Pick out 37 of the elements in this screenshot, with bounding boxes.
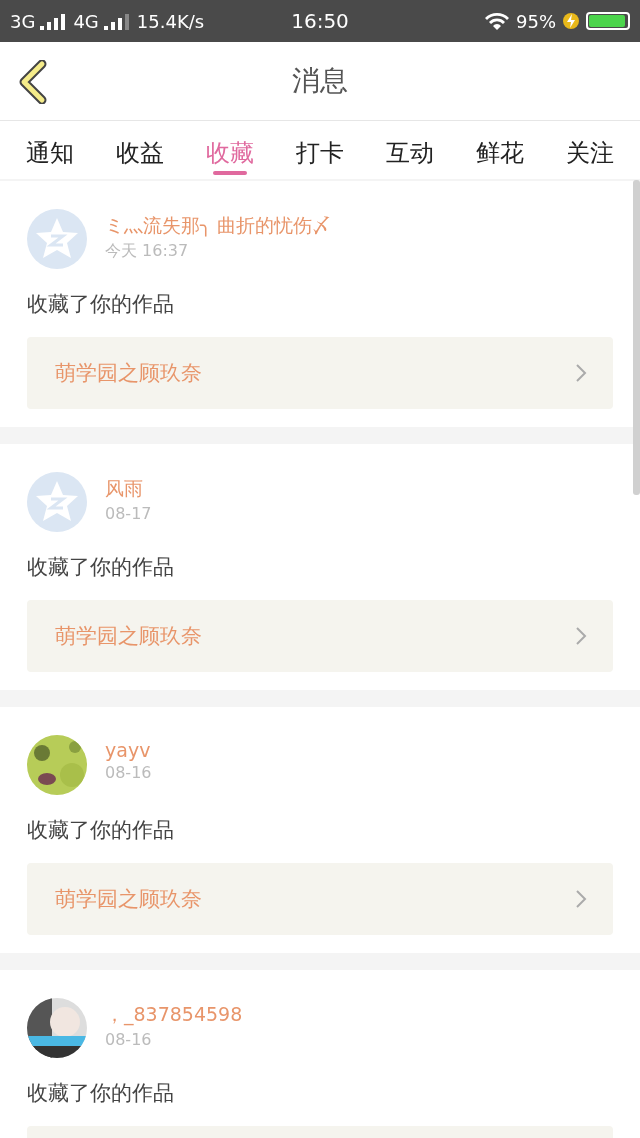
clock-text: 16:50 bbox=[290, 9, 350, 33]
default-avatar-icon bbox=[27, 472, 87, 532]
tab[interactable]: 鲜花 bbox=[466, 121, 534, 179]
wifi-icon bbox=[484, 11, 510, 31]
work-link[interactable]: 萌学园之顾玖奈 bbox=[27, 600, 613, 672]
network-label: 3G bbox=[10, 10, 36, 32]
battery-icon bbox=[586, 12, 630, 30]
work-link[interactable]: 萌学园之顾玖奈 bbox=[27, 337, 613, 409]
message-time: 08-16 bbox=[105, 1030, 153, 1049]
network-label: 4G bbox=[73, 10, 99, 32]
signal-icon bbox=[103, 12, 132, 30]
tab[interactable]: 互动 bbox=[376, 121, 444, 179]
user-name[interactable]: 风雨 bbox=[105, 476, 152, 502]
chevron-right-icon bbox=[575, 626, 587, 646]
message-text: 收藏了你的作品 bbox=[27, 1080, 175, 1106]
tab[interactable]: 关注 bbox=[556, 121, 624, 179]
message-time: 08-16 bbox=[105, 763, 152, 782]
battery-percent: 95% bbox=[516, 10, 556, 32]
user-name[interactable]: yayv bbox=[105, 739, 152, 761]
tab[interactable]: 收益 bbox=[106, 121, 174, 179]
user-name[interactable]: ，_837854598 bbox=[105, 1002, 243, 1028]
message-text: 收藏了你的作品 bbox=[27, 554, 175, 580]
page-title: 消息 bbox=[292, 63, 348, 99]
message-time: 今天 16:37 bbox=[105, 241, 190, 262]
speed-text: 15.4K/s bbox=[136, 10, 205, 32]
tab[interactable]: 通知 bbox=[16, 121, 84, 179]
tab[interactable]: 打卡 bbox=[286, 121, 354, 179]
chevron-right-icon bbox=[575, 889, 587, 909]
default-avatar-icon bbox=[27, 209, 87, 269]
message-text: 收藏了你的作品 bbox=[27, 291, 175, 317]
chevron-right-icon bbox=[575, 363, 587, 383]
message-time: 08-17 bbox=[105, 504, 152, 523]
work-link[interactable]: 萌学园之顾玖奈 bbox=[27, 863, 613, 935]
back-icon[interactable] bbox=[18, 60, 48, 104]
message-text: 收藏了你的作品 bbox=[27, 817, 175, 843]
user-name[interactable]: ミ灬流失那╮ 曲折的忧伤〆 bbox=[105, 213, 332, 239]
tab[interactable]: 收藏 bbox=[196, 121, 264, 179]
